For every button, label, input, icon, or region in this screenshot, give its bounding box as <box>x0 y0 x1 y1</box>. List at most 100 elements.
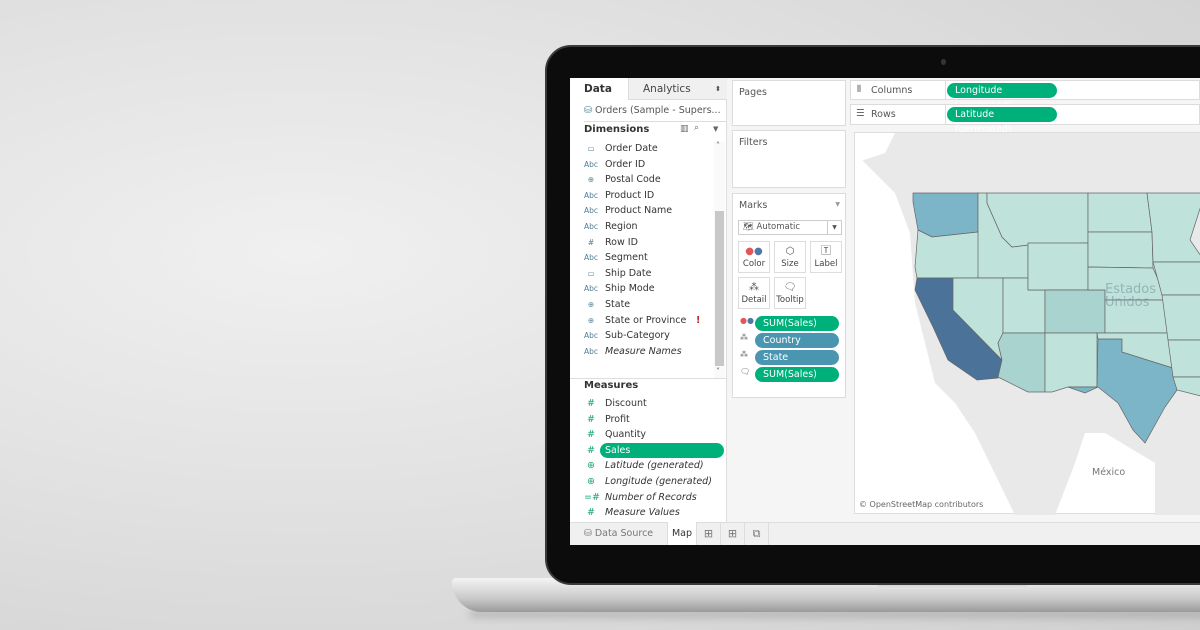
rows-label: Rows <box>871 109 896 120</box>
globe-icon: ⊕ <box>587 300 595 309</box>
pages-card[interactable]: Pages <box>732 80 846 126</box>
field-label: Profit <box>605 413 630 425</box>
state-missouri[interactable] <box>1161 294 1200 341</box>
field-sales[interactable]: # Sales <box>570 442 724 458</box>
color-button[interactable]: ●● Color <box>738 241 770 273</box>
cards-column: Pages Filters Marks ▼ 🗺 Automatic ▼ ●● Col… <box>727 78 850 522</box>
tooltip-button[interactable]: 🗨 Tooltip <box>774 277 806 309</box>
field-measure-values[interactable]: # Measure Values <box>570 505 715 520</box>
globe-icon: ⊕ <box>587 476 595 487</box>
abc-icon: Abc <box>584 346 599 356</box>
marks-field-pill[interactable]: SUM(Sales) <box>755 316 839 331</box>
detail-button[interactable]: ⁂ Detail <box>738 277 770 309</box>
data-source-label: Data Source <box>594 528 654 539</box>
new-story-icon[interactable]: ⧉ <box>745 522 769 545</box>
scroll-up-icon[interactable]: ˄ <box>716 141 720 150</box>
measures-list: # Discount # Profit # Quantity # Sales ⊕ Latitude… <box>570 396 727 521</box>
columns-icon: ⫴ <box>857 84 861 95</box>
marks-menu-icon[interactable]: ▼ <box>835 201 840 208</box>
filters-card[interactable]: Filters <box>732 130 846 188</box>
field-label: Measure Names <box>605 345 682 357</box>
hash-icon: # <box>587 398 595 409</box>
tooltip-icon: 🗨 <box>740 367 751 376</box>
state-south-dakota[interactable] <box>1087 231 1154 269</box>
abc-icon: Abc <box>584 222 599 231</box>
state-oregon[interactable] <box>914 229 983 279</box>
state-minnesota[interactable] <box>1146 192 1200 263</box>
new-worksheet-icon[interactable]: ⊞ <box>697 522 721 545</box>
field-label: Postal Code <box>605 174 661 186</box>
field-order-date[interactable]: ▭ Order Date <box>570 141 715 156</box>
map-svg[interactable] <box>855 133 1200 515</box>
menu-chevron-icon[interactable]: ▼ <box>713 125 718 133</box>
field-state-or-province[interactable]: ⊕ State or Province! <box>570 313 715 328</box>
state-new-mexico[interactable] <box>1044 332 1098 393</box>
state-wyoming[interactable] <box>1027 242 1089 291</box>
field-longitude-generated-[interactable]: ⊕ Longitude (generated) <box>570 474 715 489</box>
map-attribution: © OpenStreetMap contributors <box>859 500 984 509</box>
datasource-item[interactable]: ⛁ Orders (Sample - Supers... <box>584 100 727 122</box>
marks-field-pill[interactable]: Country <box>755 333 839 348</box>
field-region[interactable]: Abc Region <box>570 219 715 234</box>
mark-type-dropdown[interactable]: 🗺 Automatic ▼ <box>738 220 842 235</box>
filters-label: Filters <box>739 137 768 148</box>
abc-icon: Abc <box>584 331 599 341</box>
data-source-tab[interactable]: ⛁ Data Source <box>570 522 668 545</box>
sheet-tab-map[interactable]: Map <box>668 522 697 545</box>
columns-pill[interactable]: Longitude (generated) <box>947 83 1057 111</box>
field-postal-code[interactable]: ⊕ Postal Code <box>570 172 715 187</box>
mark-type-value: Automatic <box>756 222 801 232</box>
field-label: State <box>605 299 631 310</box>
scroll-down-icon[interactable]: ˅ <box>716 367 720 376</box>
tab-data[interactable]: Data <box>570 78 628 100</box>
state-north-dakota[interactable] <box>1087 192 1153 233</box>
field-segment[interactable]: Abc Segment <box>570 250 715 265</box>
field-ship-date[interactable]: ▭ Ship Date <box>570 266 715 281</box>
database-icon: ⛁ <box>584 105 595 116</box>
divider <box>570 378 727 379</box>
field-product-name[interactable]: Abc Product Name <box>570 203 715 218</box>
scroll-thumb[interactable] <box>715 211 724 366</box>
marks-field-pill[interactable]: SUM(Sales) <box>755 367 839 382</box>
field-measure-names[interactable]: Abc Measure Names <box>570 344 715 359</box>
country-label-line2: Unidos <box>1105 295 1150 310</box>
field-order-id[interactable]: Abc Order ID <box>570 157 715 172</box>
field-discount[interactable]: # Discount <box>570 396 715 411</box>
rows-shelf[interactable]: ☰ Rows Latitude (generated) <box>850 104 1200 135</box>
map-view[interactable]: Estados Unidos México © OpenStreetMap con… <box>854 132 1200 515</box>
field-quantity[interactable]: # Quantity <box>570 427 715 442</box>
dimensions-scrollbar[interactable]: ˄ ˅ <box>714 141 725 379</box>
state-washington[interactable] <box>912 192 979 238</box>
rows-pill[interactable]: Latitude (generated) <box>947 107 1057 135</box>
field-latitude-generated-[interactable]: ⊕ Latitude (generated) <box>570 458 715 473</box>
label-button[interactable]: 🅃 Label <box>810 241 842 273</box>
field-profit[interactable]: # Profit <box>570 412 715 427</box>
field-ship-mode[interactable]: Abc Ship Mode <box>570 281 715 296</box>
search-icon[interactable]: ⌕ <box>694 123 699 133</box>
state-colorado[interactable] <box>1044 289 1106 334</box>
marks-field-pill[interactable]: State <box>755 350 839 365</box>
hash-icon: # <box>587 429 595 441</box>
field-row-id[interactable]: # Row ID <box>570 235 715 250</box>
field-number-of-records[interactable]: =# Number of Records <box>570 490 715 505</box>
datasource-label: Orders (Sample - Supers... <box>594 105 721 116</box>
new-dashboard-icon[interactable]: ⊞ <box>721 522 745 545</box>
globe-icon: ⊕ <box>587 315 595 325</box>
detail-icon: ⁂ <box>740 350 748 359</box>
size-button[interactable]: ⬡ Size <box>774 241 806 273</box>
abc-icon: Abc <box>584 284 599 294</box>
view-toggle-icon[interactable]: ▥ <box>680 124 689 134</box>
field-state[interactable]: ⊕ State <box>570 297 715 312</box>
field-product-id[interactable]: Abc Product ID <box>570 188 715 203</box>
country-label-us: Estados Unidos <box>1105 283 1156 309</box>
field-label: Row ID <box>605 236 638 248</box>
warning-icon: ! <box>696 314 701 326</box>
columns-shelf[interactable]: ⫴ Columns Longitude (generated) <box>850 80 1200 111</box>
field-label: State or Province <box>605 314 687 326</box>
field-sub-category[interactable]: Abc Sub-Category <box>570 328 715 343</box>
field-label: Product ID <box>605 189 655 201</box>
mark-button-label: Size <box>781 259 799 269</box>
field-label: Number of Records <box>605 491 697 503</box>
state-arkansas[interactable] <box>1167 339 1200 378</box>
tab-analytics[interactable]: Analytics ⬍ <box>628 78 727 100</box>
